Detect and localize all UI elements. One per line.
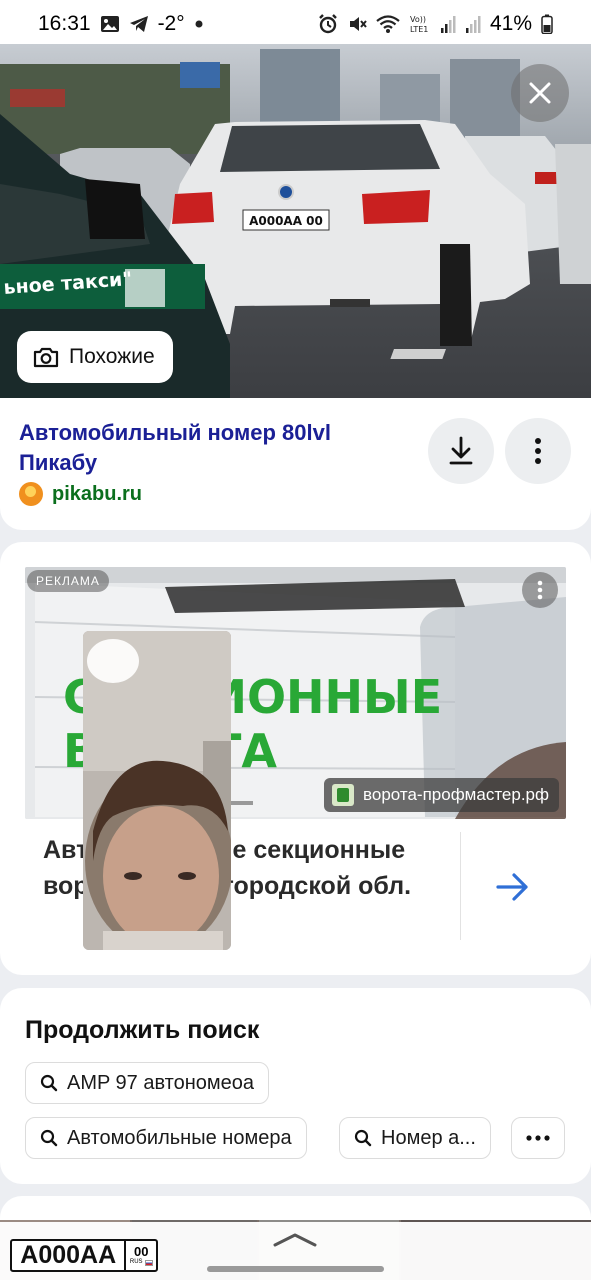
license-plate-thumbnail[interactable]: А000АА 00 RUS xyxy=(10,1239,158,1272)
hero-image[interactable]: A000AA 00 ьное такси" Похожие xyxy=(0,44,591,398)
ad-divider xyxy=(460,832,461,940)
home-indicator[interactable] xyxy=(207,1266,384,1272)
video-feed xyxy=(83,631,231,950)
svg-text:Vo)): Vo)) xyxy=(410,15,426,24)
volte-icon: Vo)) LTE1 xyxy=(409,14,431,34)
result-source[interactable]: pikabu.ru xyxy=(19,482,142,506)
gallery-icon xyxy=(100,15,120,33)
chip-label: Автомобильные номера xyxy=(67,1126,292,1149)
battery-icon xyxy=(541,14,553,34)
wifi-icon xyxy=(376,14,400,34)
plate-region-number: 00 xyxy=(133,1244,149,1259)
download-icon xyxy=(449,436,473,465)
expand-button[interactable] xyxy=(272,1232,318,1253)
chip-label: AMP 97 автономеоа xyxy=(67,1071,254,1094)
signal-icon-2 xyxy=(465,14,481,34)
search-chip[interactable]: Номер а... xyxy=(339,1117,491,1159)
search-icon xyxy=(40,1129,58,1147)
signal-icon xyxy=(440,14,456,34)
result-card: Автомобильный номер 80lvl Пикабу pikabu.… xyxy=(0,398,591,530)
alarm-icon xyxy=(318,14,338,34)
result-title[interactable]: Автомобильный номер 80lvl Пикабу xyxy=(19,418,409,478)
ad-favicon-icon xyxy=(332,784,355,806)
ad-domain-label: ворота-профмастер.рф xyxy=(363,785,549,804)
status-bar-left: 16:31 -2° xyxy=(38,12,204,36)
camera-icon xyxy=(33,347,59,368)
pikabu-logo-icon xyxy=(19,482,43,506)
more-chips-button[interactable] xyxy=(511,1117,565,1159)
close-icon xyxy=(529,82,551,104)
arrow-right-icon xyxy=(496,873,528,901)
plate-country: RUS xyxy=(130,1259,153,1266)
more-horizontal-icon xyxy=(526,1135,550,1141)
chip-label: Номер а... xyxy=(381,1126,476,1149)
search-chip[interactable]: AMP 97 автономеоа xyxy=(25,1062,269,1104)
search-chip[interactable]: Автомобильные номера xyxy=(25,1117,307,1159)
status-time: 16:31 xyxy=(38,12,91,35)
source-domain: pikabu.ru xyxy=(52,482,143,505)
plate-number: А000АА xyxy=(12,1241,127,1270)
similar-button[interactable]: Похожие xyxy=(17,331,173,383)
search-icon xyxy=(40,1074,58,1092)
svg-text:LTE1: LTE1 xyxy=(410,25,428,34)
more-vertical-icon xyxy=(537,580,543,600)
ad-badge: РЕКЛАМА xyxy=(27,570,109,592)
continue-search-title: Продолжить поиск xyxy=(25,1016,260,1044)
ad-arrow-button[interactable] xyxy=(490,864,536,915)
video-call-overlay[interactable] xyxy=(83,631,231,950)
russia-flag-icon xyxy=(144,1259,153,1266)
temperature: -2° xyxy=(157,12,185,35)
plate-country-code: RUS xyxy=(129,1259,143,1265)
svg-text:A000AA 00: A000AA 00 xyxy=(249,214,323,228)
close-button[interactable] xyxy=(511,64,569,122)
ad-domain-badge[interactable]: ворота-профмастер.рф xyxy=(324,778,559,812)
similar-label: Похожие xyxy=(69,345,155,368)
download-button[interactable] xyxy=(428,418,494,484)
more-vertical-icon xyxy=(535,438,541,464)
ad-menu-button[interactable] xyxy=(522,572,558,608)
battery-percent: 41% xyxy=(489,12,532,35)
search-icon xyxy=(354,1129,372,1147)
plate-region: 00 RUS xyxy=(126,1241,156,1270)
status-bar: 16:31 -2° Vo)) LTE1 41% xyxy=(0,0,591,48)
chevron-up-icon xyxy=(273,1233,317,1247)
status-bar-right: Vo)) LTE1 41% xyxy=(318,12,553,36)
more-options-button[interactable] xyxy=(505,418,571,484)
mute-icon xyxy=(347,14,367,34)
dot-icon xyxy=(194,19,204,29)
telegram-icon xyxy=(129,15,149,33)
